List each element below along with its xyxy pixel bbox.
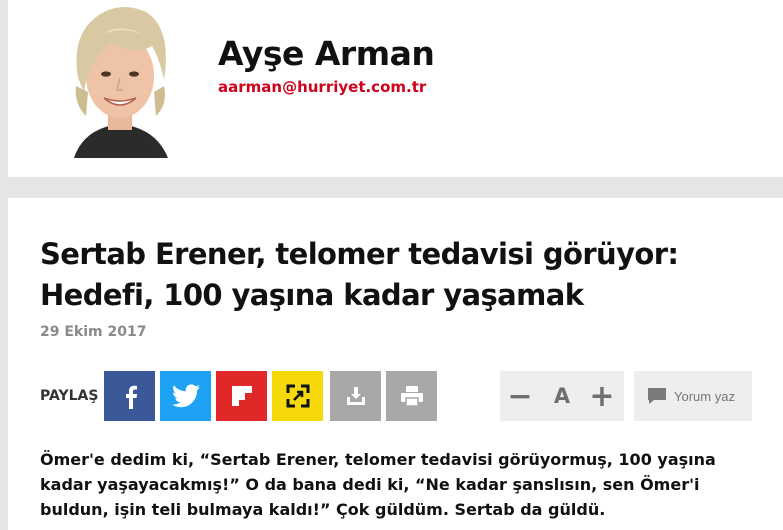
- expand-icon: [286, 384, 309, 408]
- comment-icon: [648, 388, 666, 404]
- article-card: Sertab Erener, telomer tedavisi görüyor:…: [8, 198, 783, 530]
- headline-line-2: Hedefi, 100 yaşına kadar yaşamak: [40, 278, 584, 312]
- comment-button-label: Yorum yaz: [674, 388, 735, 404]
- print-button[interactable]: [386, 371, 437, 421]
- print-icon: [400, 386, 423, 407]
- flipboard-share-button[interactable]: [216, 371, 267, 421]
- twitter-icon: [171, 384, 200, 408]
- facebook-share-button[interactable]: [104, 371, 155, 421]
- font-decrease-button[interactable]: −: [500, 371, 540, 421]
- article-headline: Sertab Erener, telomer tedavisi görüyor:…: [40, 234, 760, 316]
- facebook-icon: [125, 385, 137, 409]
- share-label: PAYLAŞ: [40, 388, 99, 404]
- article-date: 29 Ekim 2017: [40, 324, 147, 340]
- font-increase-button[interactable]: +: [582, 371, 622, 421]
- font-size-label: A: [553, 384, 571, 408]
- headline-line-1: Sertab Erener, telomer tedavisi görüyor:: [40, 237, 679, 271]
- download-icon: [346, 387, 365, 405]
- article-body: Ömer'e dedim ki, “Sertab Erener, telomer…: [40, 450, 716, 519]
- font-size-controls: − A +: [500, 371, 624, 421]
- flipboard-icon: [231, 386, 252, 406]
- expand-share-button[interactable]: [272, 371, 323, 421]
- author-card: Ayşe Arman aarman@hurriyet.com.tr: [8, 0, 783, 177]
- author-name[interactable]: Ayşe Arman: [218, 34, 435, 73]
- author-email-link[interactable]: aarman@hurriyet.com.tr: [218, 78, 426, 96]
- comment-button[interactable]: Yorum yaz: [634, 371, 752, 421]
- twitter-share-button[interactable]: [160, 371, 211, 421]
- save-button[interactable]: [330, 371, 381, 421]
- author-avatar[interactable]: [64, 0, 176, 158]
